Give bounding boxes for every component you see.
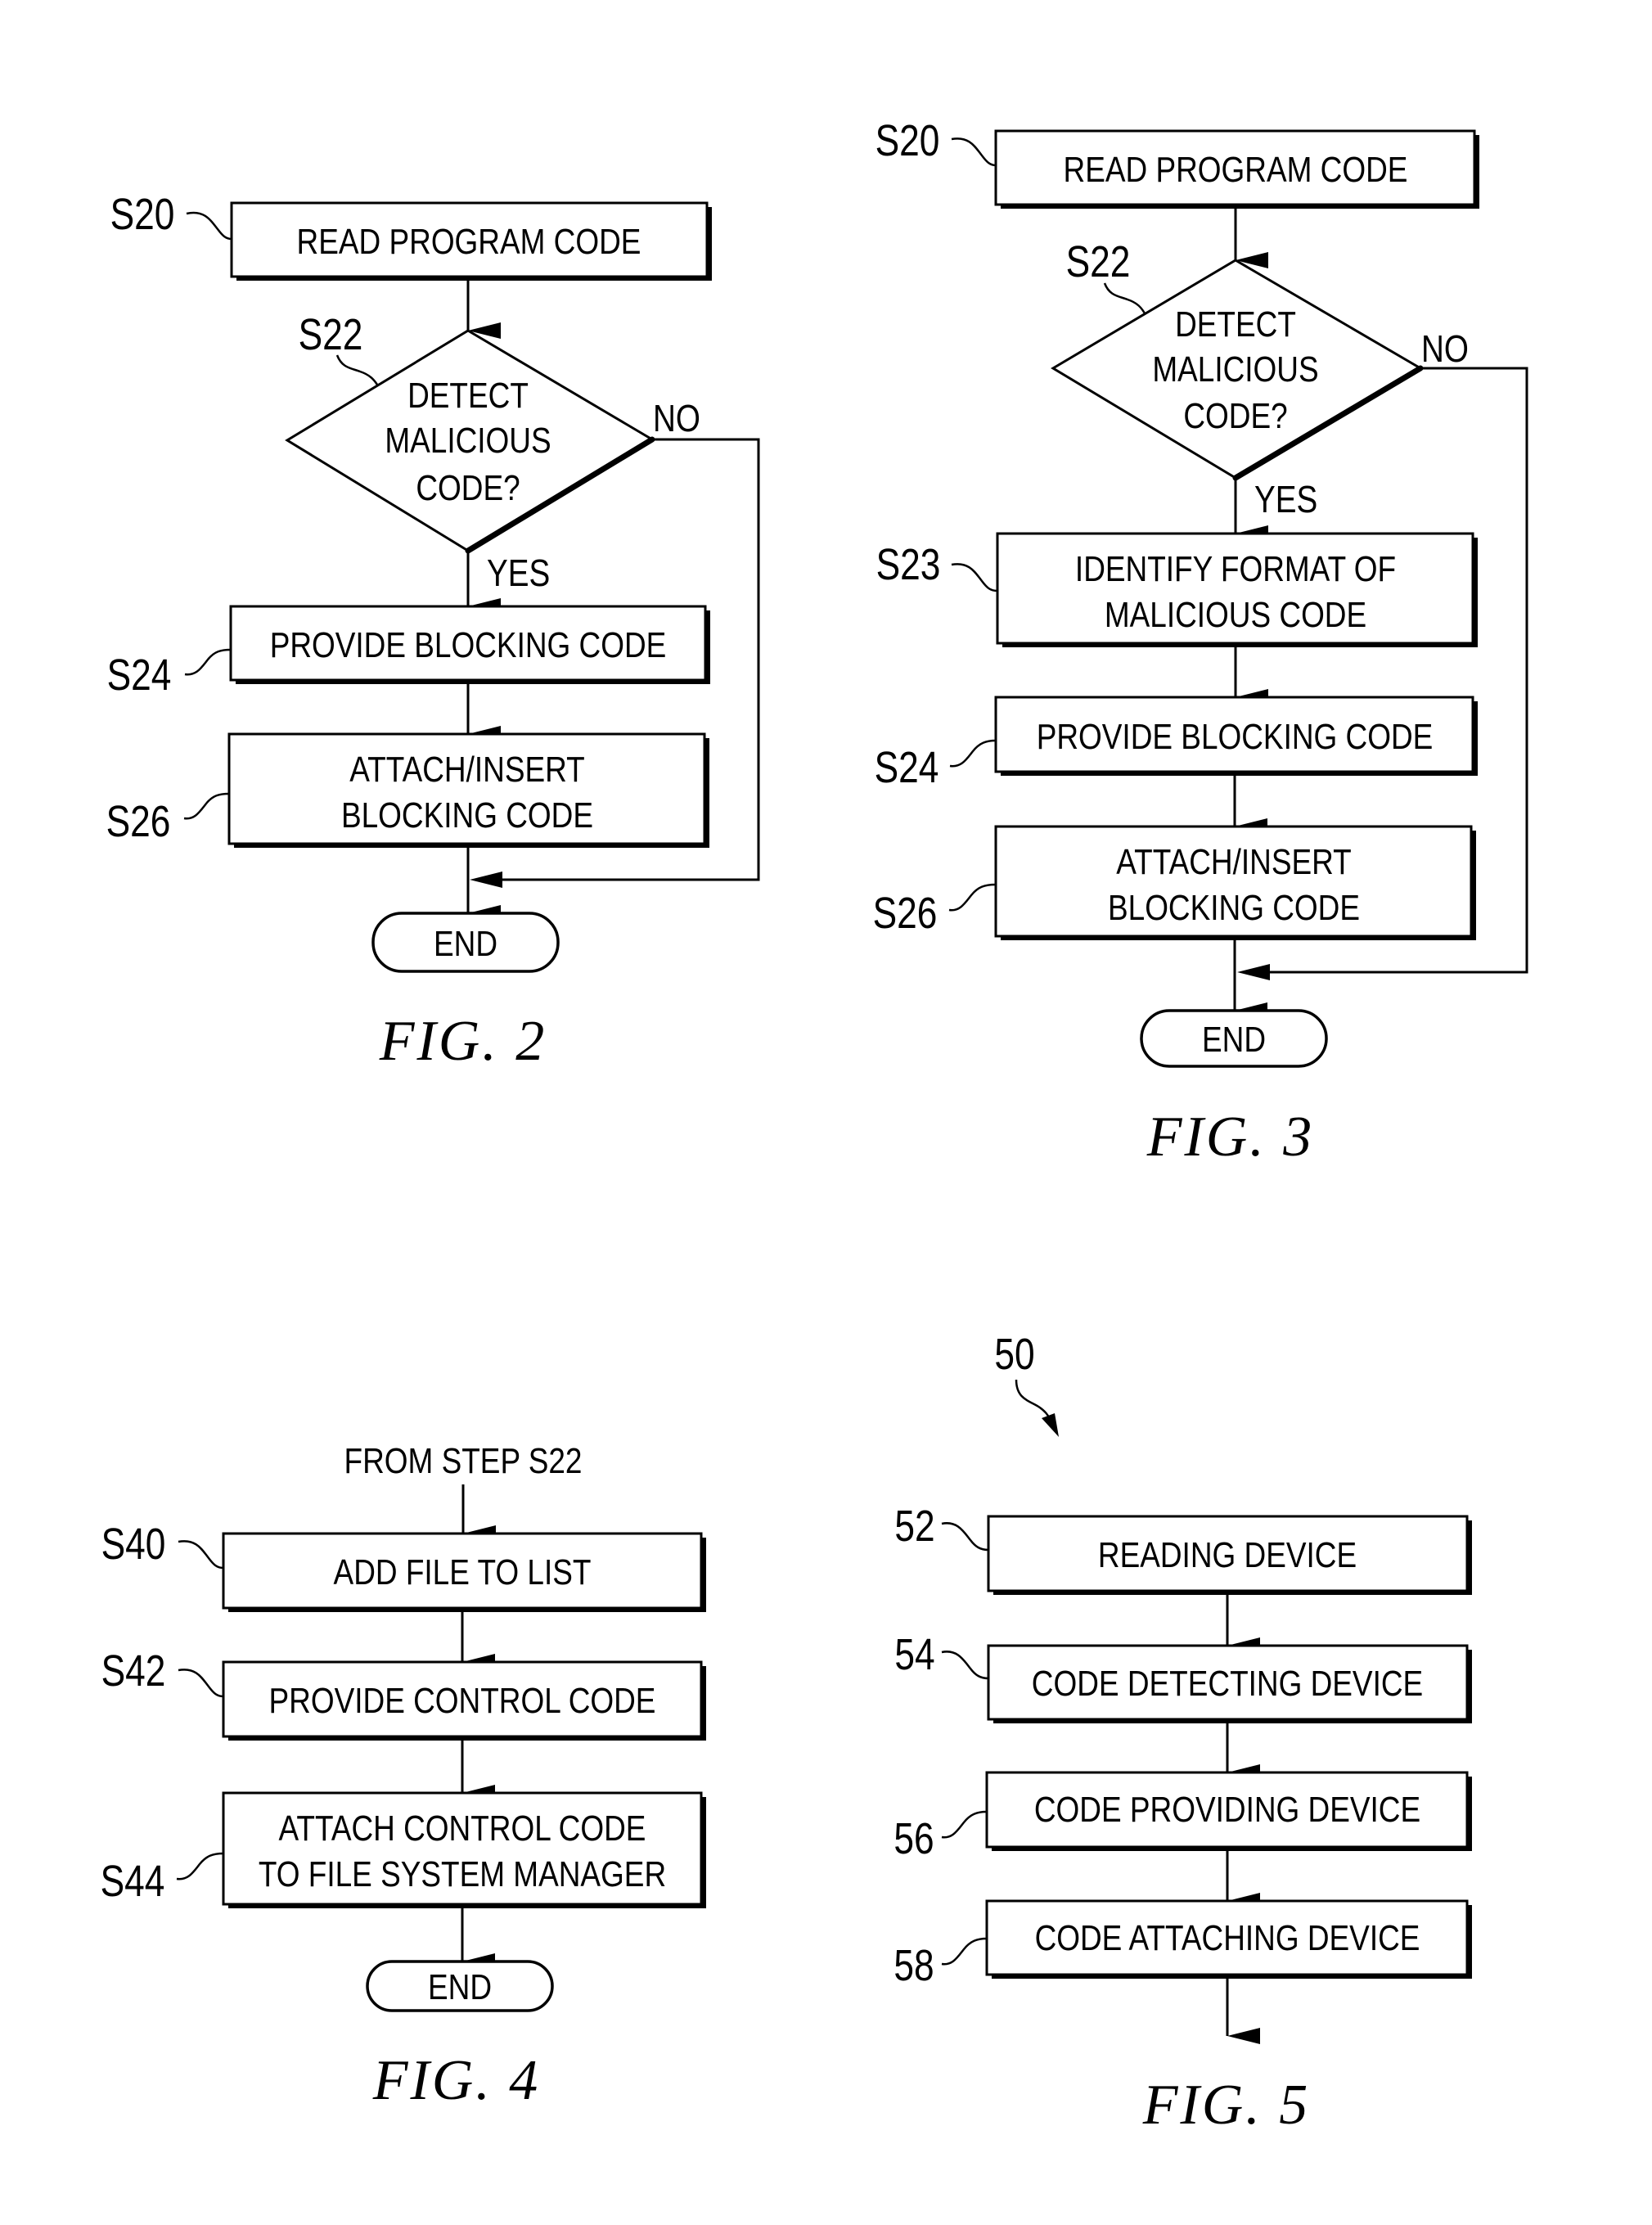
figure-2-caption: FIG. 2 bbox=[379, 1010, 547, 1073]
step-s23-label: S23 bbox=[876, 540, 941, 589]
device-54-leader bbox=[941, 1651, 989, 1680]
decision-s22-line-3: CODE? bbox=[416, 467, 520, 508]
figure-3: READ PROGRAM CODE S20 DETECT MALICIOUS C… bbox=[873, 116, 1528, 1169]
figure-4-caption: FIG. 4 bbox=[372, 2049, 541, 2112]
figure-5-caption: FIG. 5 bbox=[1142, 2074, 1311, 2137]
end-label: END bbox=[1202, 1019, 1266, 1060]
decision-s22-leader bbox=[1103, 282, 1146, 314]
step-s44-line-1: ATTACH CONTROL CODE bbox=[279, 1808, 646, 1849]
device-54-label: 54 bbox=[894, 1630, 934, 1679]
figure-5: 50 READING DEVICE 52 CODE DETECTING DEVI… bbox=[894, 1330, 1472, 2137]
step-s24-box: PROVIDE BLOCKING CODE bbox=[229, 605, 710, 684]
step-s23-leader bbox=[951, 563, 998, 592]
step-s20-label: S20 bbox=[110, 190, 175, 239]
end-label: END bbox=[428, 1966, 492, 2007]
system-reference-arrowhead bbox=[1042, 1413, 1059, 1437]
decision-s22-line-1: DETECT bbox=[1175, 304, 1296, 345]
step-s23-line-1: IDENTIFY FORMAT OF bbox=[1075, 548, 1396, 589]
merge-arrowhead bbox=[470, 872, 502, 888]
end-label: END bbox=[434, 923, 497, 964]
device-56-label: 56 bbox=[894, 1814, 934, 1863]
device-56-leader bbox=[941, 1810, 988, 1839]
device-56-box: CODE PROVIDING DEVICE bbox=[985, 1771, 1472, 1851]
step-s26-leader bbox=[183, 792, 230, 820]
device-52-box: READING DEVICE bbox=[987, 1515, 1472, 1595]
step-s24-label: S24 bbox=[107, 651, 172, 700]
device-58-label: 58 bbox=[894, 1941, 934, 1990]
step-s20-text: READ PROGRAM CODE bbox=[297, 221, 641, 262]
end-terminal: END bbox=[366, 1960, 554, 2012]
step-s24-text: PROVIDE BLOCKING CODE bbox=[270, 624, 667, 665]
step-s24-box: PROVIDE BLOCKING CODE bbox=[994, 696, 1478, 776]
end-terminal: END bbox=[1140, 1009, 1328, 1068]
step-s26-label: S26 bbox=[106, 797, 171, 846]
step-s23-line-2: MALICIOUS CODE bbox=[1105, 594, 1366, 635]
entry-from-step-s22: FROM STEP S22 bbox=[344, 1440, 583, 1481]
step-s26-line-1: ATTACH/INSERT bbox=[1116, 841, 1351, 882]
step-s42-label: S42 bbox=[101, 1646, 166, 1696]
device-52-text: READING DEVICE bbox=[1098, 1534, 1357, 1575]
decision-s22-leader bbox=[335, 354, 379, 385]
decision-s22-line-2: MALICIOUS bbox=[385, 420, 551, 461]
step-s40-box: ADD FILE TO LIST bbox=[222, 1532, 706, 1612]
patent-drawing-sheet: READ PROGRAM CODE S20 DETECT MALICIOUS C… bbox=[101, 116, 1528, 2137]
step-s24-leader bbox=[184, 648, 232, 676]
step-s26-leader bbox=[948, 883, 997, 912]
step-s20-box: READ PROGRAM CODE bbox=[230, 201, 712, 281]
step-s44-line-2: TO FILE SYSTEM MANAGER bbox=[259, 1853, 666, 1894]
decision-s22-line-1: DETECT bbox=[407, 375, 529, 416]
step-s20-label: S20 bbox=[876, 116, 940, 165]
device-54-text: CODE DETECTING DEVICE bbox=[1032, 1663, 1423, 1704]
step-s26-line-2: BLOCKING CODE bbox=[1108, 887, 1360, 928]
figure-2: READ PROGRAM CODE S20 DETECT MALICIOUS C… bbox=[106, 190, 760, 1073]
step-s26-line-1: ATTACH/INSERT bbox=[349, 749, 584, 790]
step-s20-leader bbox=[186, 211, 232, 241]
step-s26-box: ATTACH/INSERT BLOCKING CODE bbox=[227, 732, 709, 848]
branch-yes-label: YES bbox=[487, 552, 550, 594]
step-s40-leader bbox=[178, 1540, 224, 1570]
merge-arrowhead bbox=[1237, 964, 1270, 980]
step-s23-box: IDENTIFY FORMAT OF MALICIOUS CODE bbox=[996, 532, 1478, 647]
step-s24-leader bbox=[949, 739, 997, 768]
step-s24-text: PROVIDE BLOCKING CODE bbox=[1037, 716, 1434, 757]
device-56-text: CODE PROVIDING DEVICE bbox=[1034, 1789, 1420, 1830]
device-58-text: CODE ATTACHING DEVICE bbox=[1035, 1917, 1420, 1958]
decision-s22: DETECT MALICIOUS CODE? bbox=[1051, 259, 1424, 481]
step-s44-leader bbox=[176, 1852, 224, 1880]
figure-3-caption: FIG. 3 bbox=[1146, 1106, 1315, 1169]
device-58-box: CODE ATTACHING DEVICE bbox=[985, 1899, 1472, 1979]
step-s20-box: READ PROGRAM CODE bbox=[994, 129, 1479, 209]
branch-no-label: NO bbox=[1421, 328, 1469, 370]
step-s20-text: READ PROGRAM CODE bbox=[1064, 149, 1408, 190]
step-s26-line-2: BLOCKING CODE bbox=[341, 795, 593, 836]
decision-s22-line-2: MALICIOUS bbox=[1152, 349, 1318, 390]
step-s26-box: ATTACH/INSERT BLOCKING CODE bbox=[994, 825, 1476, 940]
step-s42-leader bbox=[178, 1669, 224, 1698]
branch-yes-label: YES bbox=[1254, 479, 1317, 520]
device-54-box: CODE DETECTING DEVICE bbox=[987, 1644, 1472, 1723]
step-s42-box: PROVIDE CONTROL CODE bbox=[222, 1660, 706, 1741]
step-s20-leader bbox=[951, 137, 997, 167]
device-52-leader bbox=[941, 1522, 989, 1552]
step-s40-label: S40 bbox=[101, 1520, 166, 1569]
figure-4: FROM STEP S22 ADD FILE TO LIST S40 PROVI… bbox=[101, 1440, 706, 2112]
step-s44-box: ATTACH CONTROL CODE TO FILE SYSTEM MANAG… bbox=[222, 1791, 706, 1908]
decision-s22-label: S22 bbox=[1066, 237, 1131, 286]
step-s26-label: S26 bbox=[873, 889, 938, 938]
device-52-label: 52 bbox=[894, 1502, 934, 1551]
device-58-leader bbox=[941, 1937, 988, 1966]
end-terminal: END bbox=[371, 912, 560, 973]
system-reference-50: 50 bbox=[994, 1330, 1034, 1379]
step-s42-text: PROVIDE CONTROL CODE bbox=[269, 1680, 656, 1721]
decision-s22-label: S22 bbox=[299, 310, 363, 359]
step-s40-text: ADD FILE TO LIST bbox=[334, 1552, 592, 1592]
step-s44-label: S44 bbox=[101, 1857, 165, 1906]
decision-s22-line-3: CODE? bbox=[1183, 395, 1287, 436]
step-s24-label: S24 bbox=[875, 743, 939, 792]
branch-no-label: NO bbox=[653, 398, 700, 439]
